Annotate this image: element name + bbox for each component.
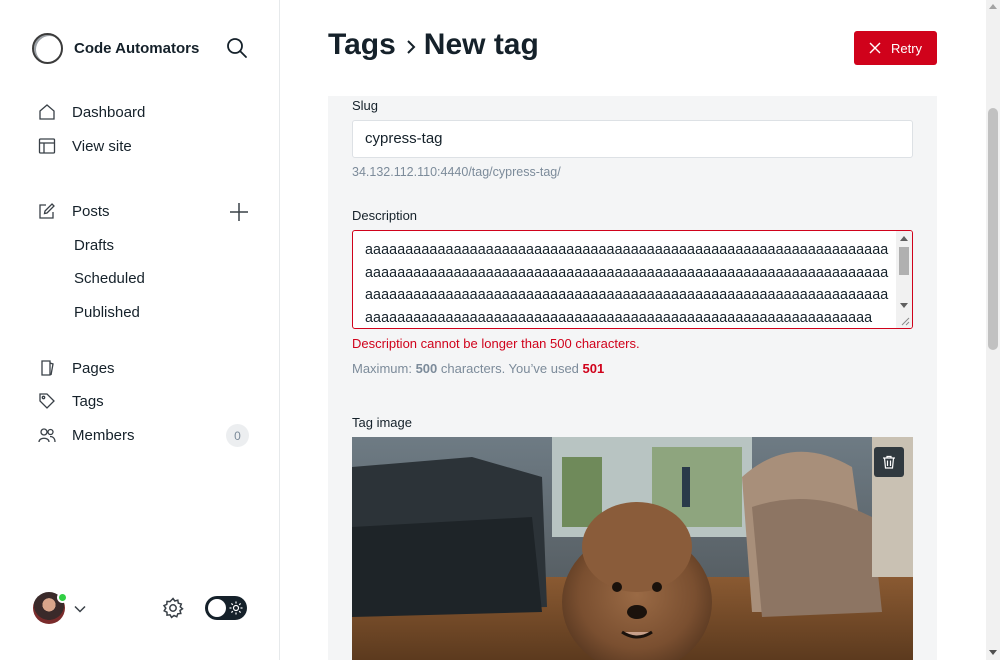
- page-title: Tags New tag: [328, 28, 539, 62]
- description-scrollbar[interactable]: [896, 231, 912, 328]
- brand[interactable]: Code Automators: [32, 32, 199, 64]
- nav-label-posts: Posts: [72, 202, 110, 220]
- chevron-down-icon: [74, 605, 86, 613]
- user-menu-button[interactable]: [74, 602, 86, 614]
- nav-item-pages[interactable]: Pages: [38, 354, 115, 382]
- description-error: Description cannot be longer than 500 ch…: [352, 336, 640, 351]
- nav-item-drafts[interactable]: Drafts: [74, 237, 114, 254]
- tag-settings-panel: Slug cypress-tag 34.132.112.110:4440/tag…: [328, 96, 937, 660]
- breadcrumb-current: New tag: [423, 28, 539, 61]
- nav-label-members: Members: [72, 426, 135, 444]
- nav-label-pages: Pages: [72, 359, 115, 377]
- retry-label: Retry: [890, 40, 923, 56]
- description-textarea[interactable]: aaaaaaaaaaaaaaaaaaaaaaaaaaaaaaaaaaaaaaaa…: [352, 230, 913, 329]
- members-icon: [38, 426, 56, 444]
- tag-icon: [38, 392, 56, 410]
- scroll-thumb[interactable]: [899, 247, 909, 275]
- page-scroll-up[interactable]: [989, 4, 997, 9]
- sidebar: Code Automators Dashboard View site Post…: [0, 0, 280, 660]
- tag-image-photo: [352, 437, 913, 660]
- nav-item-posts[interactable]: Posts: [38, 197, 110, 225]
- max-prefix: Maximum:: [352, 361, 416, 376]
- nav-label-dashboard: Dashboard: [72, 103, 146, 121]
- nav-label-view-site: View site: [72, 137, 132, 155]
- slug-label: Slug: [352, 98, 379, 113]
- tag-image-label: Tag image: [352, 415, 412, 430]
- plus-icon: [230, 203, 248, 221]
- max-middle: characters. You’ve used: [437, 361, 583, 376]
- chevron-right-icon: [407, 40, 416, 54]
- browser-icon: [38, 137, 56, 155]
- brand-logo-icon: [32, 32, 63, 64]
- sun-icon: [229, 601, 243, 615]
- home-icon: [38, 103, 56, 121]
- settings-button[interactable]: [162, 597, 184, 619]
- slug-url-hint: 34.132.112.110:4440/tag/cypress-tag/: [352, 165, 561, 179]
- breadcrumb-parent[interactable]: Tags: [328, 28, 396, 62]
- toggle-knob: [208, 599, 226, 617]
- nav-item-tags[interactable]: Tags: [38, 387, 104, 415]
- trash-icon: [883, 455, 895, 469]
- page-scroll-down[interactable]: [989, 650, 997, 655]
- delete-image-button[interactable]: [874, 447, 904, 477]
- tag-image-preview: [352, 437, 913, 660]
- search-button[interactable]: [226, 37, 248, 59]
- page-scrollbar[interactable]: [986, 0, 1000, 660]
- max-value: 500: [415, 361, 438, 376]
- character-count: Maximum: 500 characters. You’ve used 501: [352, 361, 604, 376]
- add-post-button[interactable]: [229, 202, 249, 222]
- close-icon: [869, 42, 881, 54]
- used-value: 501: [582, 361, 605, 376]
- description-value: aaaaaaaaaaaaaaaaaaaaaaaaaaaaaaaaaaaaaaaa…: [365, 242, 889, 327]
- nav-label-tags: Tags: [72, 392, 104, 410]
- edit-icon: [38, 202, 56, 220]
- nav-item-members[interactable]: Members: [38, 421, 135, 449]
- nav-item-published[interactable]: Published: [74, 304, 140, 321]
- main-content: Tags New tag Retry Slug cypress-tag 34.1…: [280, 0, 986, 660]
- page-scroll-thumb[interactable]: [988, 108, 998, 350]
- slug-input[interactable]: cypress-tag: [352, 120, 913, 158]
- retry-button[interactable]: Retry: [854, 31, 937, 65]
- page-icon: [38, 359, 56, 377]
- description-label: Description: [352, 208, 418, 223]
- theme-toggle[interactable]: [205, 596, 247, 620]
- nav-item-scheduled[interactable]: Scheduled: [74, 270, 145, 287]
- scroll-down-arrow[interactable]: [900, 303, 908, 308]
- scroll-up-arrow[interactable]: [900, 236, 908, 241]
- members-count-badge: 0: [226, 424, 249, 447]
- gear-icon: [162, 597, 184, 619]
- slug-value: cypress-tag: [365, 130, 443, 147]
- brand-name: Code Automators: [74, 39, 200, 57]
- online-status-dot: [57, 592, 68, 603]
- resize-handle-icon[interactable]: [900, 316, 910, 326]
- nav-item-dashboard[interactable]: Dashboard: [38, 98, 145, 126]
- nav-item-view-site[interactable]: View site: [38, 132, 132, 160]
- search-icon: [227, 38, 247, 58]
